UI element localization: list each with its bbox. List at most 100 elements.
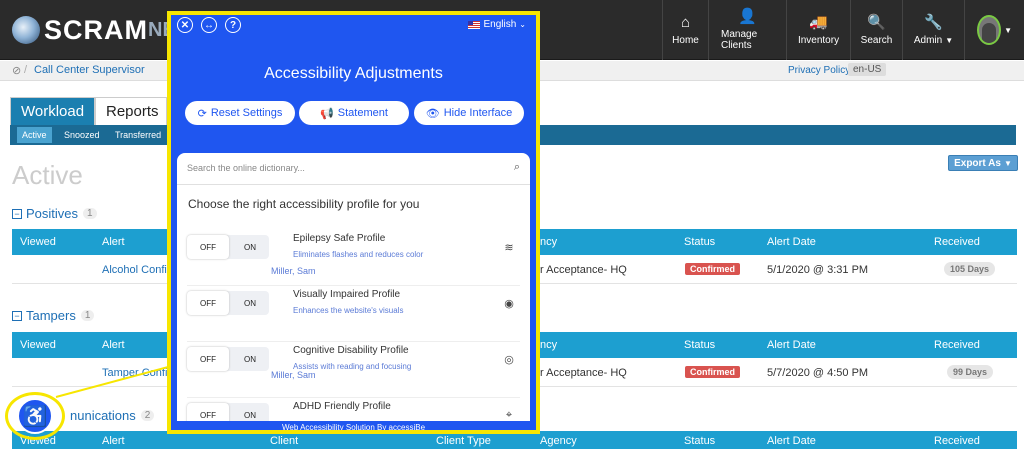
tab-reports[interactable]: Reports — [95, 97, 167, 125]
accessibility-launcher-button[interactable]: ♿ — [5, 392, 65, 440]
scram-globe-icon — [12, 16, 40, 44]
hide-interface-label: Hide Interface — [443, 107, 513, 119]
col-viewed[interactable]: Viewed — [20, 236, 56, 248]
export-as-label: Export As — [954, 157, 1001, 169]
toggle-on[interactable]: ON — [231, 347, 269, 371]
alert-link[interactable]: Alcohol Confir — [102, 264, 170, 276]
collapse-icon: − — [12, 208, 22, 219]
statement-button[interactable]: 📢 Statement — [299, 101, 409, 125]
client-name-bleedthrough: Miller, Sam — [271, 370, 316, 380]
caret-down-icon: ▼ — [945, 35, 954, 45]
col-alert[interactable]: Alert — [102, 236, 125, 248]
status-badge-label: Confirmed — [685, 263, 740, 275]
profile-desc: Enhances the website's visuals — [293, 306, 404, 315]
toggle-off[interactable]: OFF — [187, 291, 229, 315]
truck-icon: 🚚 — [809, 13, 828, 31]
circle-slash-icon: ⊘ — [12, 65, 22, 77]
col-received[interactable]: Received — [934, 339, 980, 351]
dictionary-search-input[interactable]: Search the online dictionary... ⌕ — [177, 153, 530, 185]
profile-toggle[interactable]: OFF ON — [187, 235, 269, 259]
collapse-icon: − — [12, 310, 22, 321]
alert-date-cell: 5/1/2020 @ 3:31 PM — [767, 264, 869, 276]
subtab-snoozed[interactable]: Snoozed — [59, 127, 105, 143]
caret-down-icon: ▼ — [1003, 158, 1012, 168]
profile-cognitive-disability: OFF ON Cognitive Disability Profile Assi… — [187, 343, 520, 398]
count-badge: 1 — [80, 310, 95, 321]
profile-toggle[interactable]: OFF ON — [187, 291, 269, 315]
search-icon[interactable]: ⌕ — [514, 161, 520, 174]
nav-manage-clients[interactable]: 👤 Manage Clients — [708, 0, 786, 60]
col-alert[interactable]: Alert — [102, 435, 125, 447]
accessibility-footer[interactable]: Web Accessibility Solution By accessiBe — [171, 421, 536, 430]
us-flag-icon — [468, 20, 481, 29]
accessibility-person-icon: ♿ — [17, 398, 53, 434]
language-select[interactable]: English ⌄ — [468, 19, 526, 30]
accessibility-title: Accessibility Adjustments — [264, 65, 443, 82]
profile-toggle[interactable]: OFF ON — [187, 347, 269, 371]
col-alert[interactable]: Alert — [102, 339, 125, 351]
brand-text: SCRAM — [44, 14, 148, 45]
col-status[interactable]: Status — [684, 236, 715, 248]
privacy-policy-link[interactable]: Privacy Policy — [788, 65, 850, 76]
brain-icon: ◎ — [504, 353, 514, 366]
avatar-silhouette-icon — [982, 23, 997, 43]
col-client[interactable]: Client — [270, 435, 298, 447]
col-agency[interactable]: ncy — [540, 339, 557, 351]
toggle-off[interactable]: OFF — [187, 347, 229, 371]
profile-name: Epilepsy Safe Profile — [293, 233, 386, 244]
col-status[interactable]: Status — [684, 339, 715, 351]
col-alert-date[interactable]: Alert Date — [767, 236, 816, 248]
section-positives[interactable]: − Positives 1 — [12, 206, 97, 221]
close-icon[interactable]: ✕ — [177, 17, 193, 33]
section-communications[interactable]: nunications 2 — [70, 408, 155, 423]
help-icon[interactable]: ? — [225, 17, 241, 33]
count-badge: 2 — [140, 410, 155, 421]
accessibility-profiles-card: Search the online dictionary... ⌕ Choose… — [177, 153, 530, 430]
nav-manage-clients-label: Manage Clients — [721, 29, 758, 51]
chevron-down-icon: ⌄ — [519, 20, 526, 29]
col-alert-date[interactable]: Alert Date — [767, 435, 816, 447]
profile-desc: Eliminates flashes and reduces color — [293, 250, 424, 259]
received-badge: 99 Days — [947, 365, 994, 379]
col-received[interactable]: Received — [934, 435, 980, 447]
agency-cell: r Acceptance- HQ — [540, 264, 627, 276]
section-tampers[interactable]: − Tampers 1 — [12, 308, 95, 323]
export-as-button[interactable]: Export As ▼ — [948, 155, 1018, 171]
col-received[interactable]: Received — [934, 236, 980, 248]
profile-visually-impaired: OFF ON Visually Impaired Profile Enhance… — [187, 287, 520, 342]
toggle-on[interactable]: ON — [231, 291, 269, 315]
profile-epilepsy-safe: OFF ON Epilepsy Safe Profile Eliminates … — [187, 231, 520, 286]
brand-logo[interactable]: SCRAM NE — [12, 10, 176, 50]
subtab-active[interactable]: Active — [17, 127, 52, 143]
reset-settings-button[interactable]: ⟳ Reset Settings — [185, 101, 295, 125]
nav-user-menu[interactable]: ▼ — [964, 0, 1024, 60]
col-status[interactable]: Status — [684, 435, 715, 447]
alert-date-cell: 5/7/2020 @ 4:50 PM — [767, 367, 869, 379]
col-viewed[interactable]: Viewed — [20, 339, 56, 351]
search-icon: 🔍 — [867, 13, 886, 31]
eye-icon: 👁 — [425, 107, 440, 120]
breadcrumb-call-center-supervisor[interactable]: Call Center Supervisor — [34, 64, 145, 76]
profile-name: Visually Impaired Profile — [293, 289, 401, 300]
nav-search[interactable]: 🔍 Search — [850, 0, 902, 60]
tab-workload[interactable]: Workload — [10, 97, 95, 125]
received-badge-label: 99 Days — [947, 365, 994, 379]
subtab-transferred[interactable]: Transferred — [110, 127, 166, 143]
section-communications-title: nunications — [70, 408, 136, 423]
nav-admin[interactable]: 🔧 Admin ▼ — [902, 0, 964, 60]
move-arrows-icon[interactable]: ↔ — [201, 17, 217, 33]
col-alert-date[interactable]: Alert Date — [767, 339, 816, 351]
col-client-type[interactable]: Client Type — [436, 435, 491, 447]
col-agency[interactable]: Agency — [540, 435, 577, 447]
nav-home[interactable]: ⌂ Home — [662, 0, 708, 60]
toggle-on[interactable]: ON — [231, 235, 269, 259]
client-name-bleedthrough: Miller, Sam — [271, 266, 316, 276]
toggle-off[interactable]: OFF — [187, 235, 229, 259]
count-badge: 1 — [83, 208, 97, 219]
col-agency[interactable]: ncy — [540, 236, 557, 248]
eye-icon: ◉ — [504, 297, 514, 310]
locale-badge[interactable]: en-US — [848, 63, 887, 76]
nav-admin-label: Admin — [913, 34, 943, 46]
hide-interface-button[interactable]: 👁 Hide Interface — [414, 101, 524, 125]
nav-inventory[interactable]: 🚚 Inventory — [786, 0, 850, 60]
